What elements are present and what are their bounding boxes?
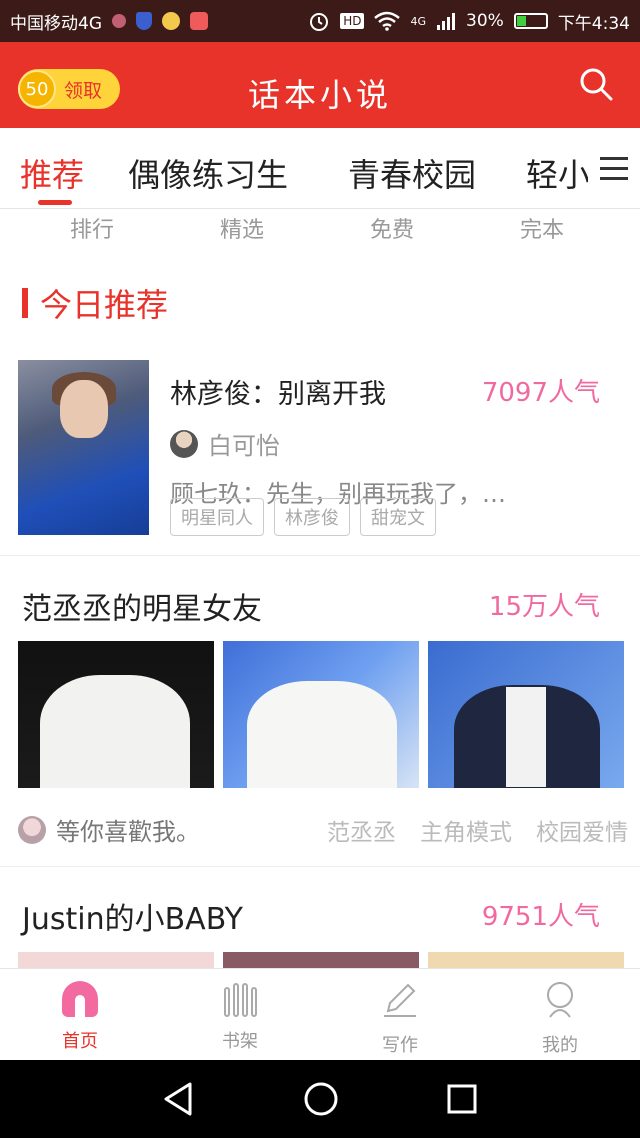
app-bar: 50 领取 话本小说 xyxy=(0,42,640,128)
thumbnail-image[interactable] xyxy=(428,641,624,788)
network-type: 4G xyxy=(410,14,427,28)
nav-label: 书架 xyxy=(222,1031,258,1052)
author-row: 白可怡 xyxy=(170,426,280,461)
alarm-icon xyxy=(310,13,329,31)
wifi-icon xyxy=(374,11,401,31)
tag-list: 明星同人 林彦俊 甜宠文 xyxy=(170,498,436,536)
featured-book-card[interactable]: 林彦俊：别离开我 7097人气 白可怡 顾七玖：先生，别再玩我了，… 明星同人 … xyxy=(0,360,640,536)
search-icon[interactable] xyxy=(578,66,614,102)
tab-recommend[interactable]: 推荐 xyxy=(20,150,84,196)
tag-list: 范丞丞 主角模式 校园爱情 xyxy=(327,813,628,847)
subnav-featured[interactable]: 精选 xyxy=(220,212,264,244)
battery-icon xyxy=(513,13,548,29)
thumbnail-image[interactable] xyxy=(18,641,214,788)
app-title: 话本小说 xyxy=(247,76,392,114)
home-icon xyxy=(60,979,100,1019)
menu-icon[interactable] xyxy=(588,128,640,208)
tag[interactable]: 范丞丞 xyxy=(327,813,396,847)
section-header: 今日推荐 xyxy=(22,280,168,326)
subnav-ranking[interactable]: 排行 xyxy=(70,212,114,244)
block-meta-row: 等你喜歡我。 范丞丞 主角模式 校园爱情 xyxy=(18,812,628,847)
tag[interactable]: 林彦俊 xyxy=(274,498,350,536)
sub-nav: 排行 精选 免费 完本 xyxy=(0,210,640,244)
nav-home[interactable]: 首页 xyxy=(40,979,120,1053)
section-marker xyxy=(22,288,28,318)
popularity-count: 9751人气 xyxy=(481,902,600,932)
thumbnail-row xyxy=(18,641,624,788)
nav-label: 写作 xyxy=(382,1035,418,1056)
notification-app-icon xyxy=(112,14,126,28)
book-title: 林彦俊：别离开我 xyxy=(170,379,386,410)
subnav-completed[interactable]: 完本 xyxy=(520,212,564,244)
section-title: 今日推荐 xyxy=(40,286,169,324)
tab-light-novel[interactable]: 轻小 xyxy=(526,150,590,196)
avatar xyxy=(18,815,46,844)
battery-percent: 30% xyxy=(466,11,504,31)
block-title[interactable]: Justin的小BABY xyxy=(22,894,243,938)
nav-write[interactable]: 写作 xyxy=(360,979,440,1057)
bookshelf-icon xyxy=(220,979,260,1019)
clock: 下午4:34 xyxy=(557,13,630,34)
notification-app-icon xyxy=(162,12,180,30)
author-name: 等你喜歡我。 xyxy=(56,818,200,846)
home-button-icon[interactable] xyxy=(302,1080,340,1118)
tag[interactable]: 校园爱情 xyxy=(536,813,628,847)
tag[interactable]: 明星同人 xyxy=(170,498,264,536)
mail-icon xyxy=(190,12,208,30)
tag[interactable]: 甜宠文 xyxy=(360,498,436,536)
nav-label: 我的 xyxy=(542,1035,578,1056)
author-name: 白可怡 xyxy=(208,432,280,460)
active-tab-indicator xyxy=(38,200,72,205)
category-tabs: 推荐 偶像练习生 青春校园 轻小 xyxy=(0,128,640,209)
divider xyxy=(0,555,640,556)
tab-campus[interactable]: 青春校园 xyxy=(348,150,476,196)
carrier-label: 中国移动4G xyxy=(10,13,102,34)
popularity-count: 15万人气 xyxy=(488,592,600,622)
divider xyxy=(0,866,640,867)
book-cover[interactable] xyxy=(18,360,149,535)
thumbnail-image[interactable] xyxy=(223,641,419,788)
shield-icon xyxy=(136,12,152,30)
back-icon[interactable] xyxy=(162,1080,194,1118)
popularity-count: 7097人气 xyxy=(481,378,600,408)
hd-icon: HD xyxy=(340,13,365,29)
battery-fill xyxy=(516,16,526,26)
tab-idol-trainee[interactable]: 偶像练习生 xyxy=(128,150,288,196)
nav-label: 首页 xyxy=(62,1031,98,1052)
avatar xyxy=(170,429,198,458)
profile-icon xyxy=(547,982,573,1018)
recent-apps-icon[interactable] xyxy=(446,1080,478,1118)
status-bar: 中国移动4G HD 4G 30% 下午4:34 xyxy=(0,0,640,42)
bottom-nav: 首页 书架 写作 我的 xyxy=(0,968,640,1061)
block-title[interactable]: 范丞丞的明星女友 xyxy=(22,584,262,628)
nav-profile[interactable]: 我的 xyxy=(520,979,600,1057)
pen-icon xyxy=(384,983,416,1017)
subnav-free[interactable]: 免费 xyxy=(370,212,414,244)
nav-bookshelf[interactable]: 书架 xyxy=(200,979,280,1053)
signal-icon xyxy=(437,13,456,30)
tag[interactable]: 主角模式 xyxy=(420,813,512,847)
system-nav-bar xyxy=(0,1060,640,1138)
